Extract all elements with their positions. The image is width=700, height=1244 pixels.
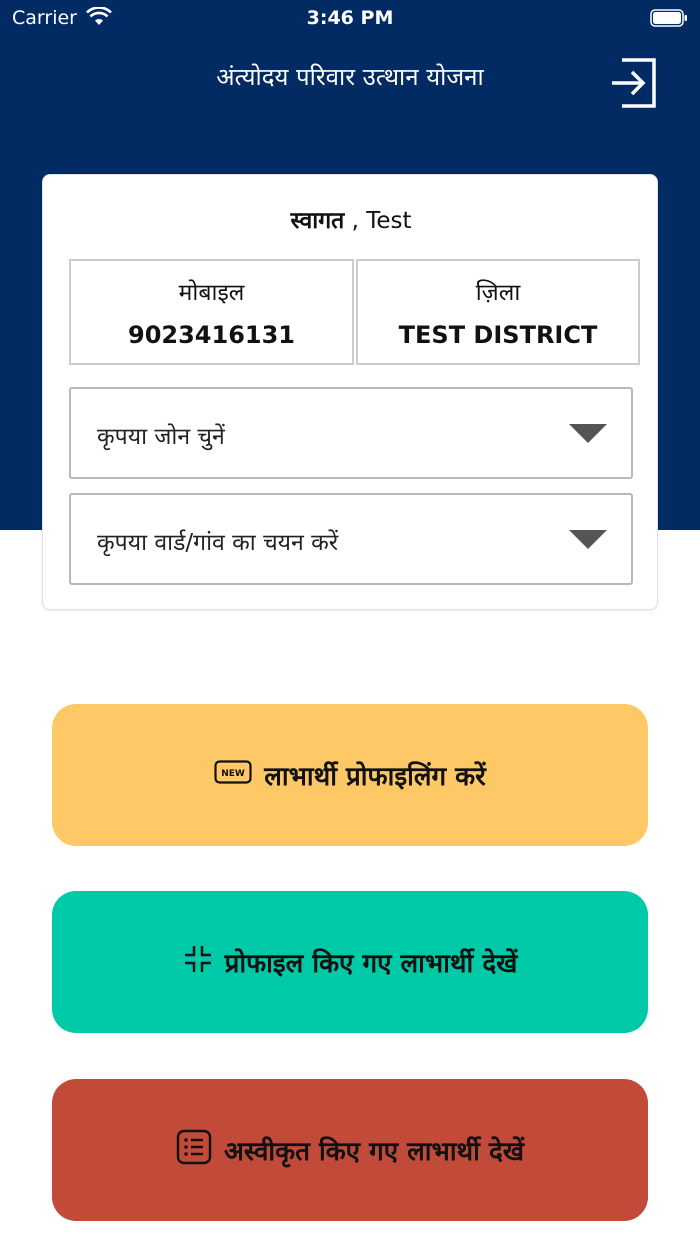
district-label: ज़िला <box>475 280 521 306</box>
ward-select-placeholder: कृपया वार्ड/गांव का चयन करें <box>97 530 339 556</box>
profiled-button-label: प्रोफाइल किए गए लाभार्थी देखें <box>224 949 518 979</box>
logout-icon <box>612 58 656 108</box>
app-title: अंत्योदय परिवार उत्थान योजना <box>216 63 484 91</box>
profiling-button-label: लाभार्थी प्रोफाइलिंग करें <box>264 762 486 792</box>
district-info-box: ज़िला TEST DISTRICT <box>356 259 640 365</box>
ward-select[interactable]: कृपया वार्ड/गांव का चयन करें <box>69 493 633 585</box>
user-name: Test <box>366 208 412 234</box>
clock: 3:46 PM <box>306 7 394 29</box>
user-info-card: स्वागत , Test मोबाइल 9023416131 ज़िला TE… <box>42 174 658 610</box>
view-rejected-beneficiaries-button[interactable]: अस्वीकृत किए गए लाभार्थी देखें <box>52 1079 648 1221</box>
battery-icon <box>650 9 688 27</box>
mobile-info-box: मोबाइल 9023416131 <box>69 259 354 365</box>
chevron-down-icon <box>569 530 607 549</box>
new-badge-icon: NEW <box>214 759 252 791</box>
zone-select-placeholder: कृपया जोन चुनें <box>97 424 225 450</box>
beneficiary-profiling-button[interactable]: NEW लाभार्थी प्रोफाइलिंग करें <box>52 704 648 846</box>
mobile-label: मोबाइल <box>178 280 245 306</box>
zone-select[interactable]: कृपया जोन चुनें <box>69 387 633 479</box>
chevron-down-icon <box>569 424 607 443</box>
new-badge-text: NEW <box>221 769 245 779</box>
mobile-value: 9023416131 <box>128 321 295 349</box>
logout-button[interactable] <box>604 54 660 112</box>
welcome-message: स्वागत , Test <box>43 203 659 235</box>
welcome-label: स्वागत <box>290 208 345 234</box>
rejected-button-label: अस्वीकृत किए गए लाभार्थी देखें <box>223 1137 525 1167</box>
status-bar: Carrier 3:46 PM <box>0 0 700 36</box>
view-profiled-beneficiaries-button[interactable]: प्रोफाइल किए गए लाभार्थी देखें <box>52 891 648 1033</box>
list-icon <box>176 1129 212 1172</box>
district-value: TEST DISTRICT <box>398 321 598 349</box>
welcome-separator: , <box>344 208 367 234</box>
collapse-icon <box>183 944 213 981</box>
